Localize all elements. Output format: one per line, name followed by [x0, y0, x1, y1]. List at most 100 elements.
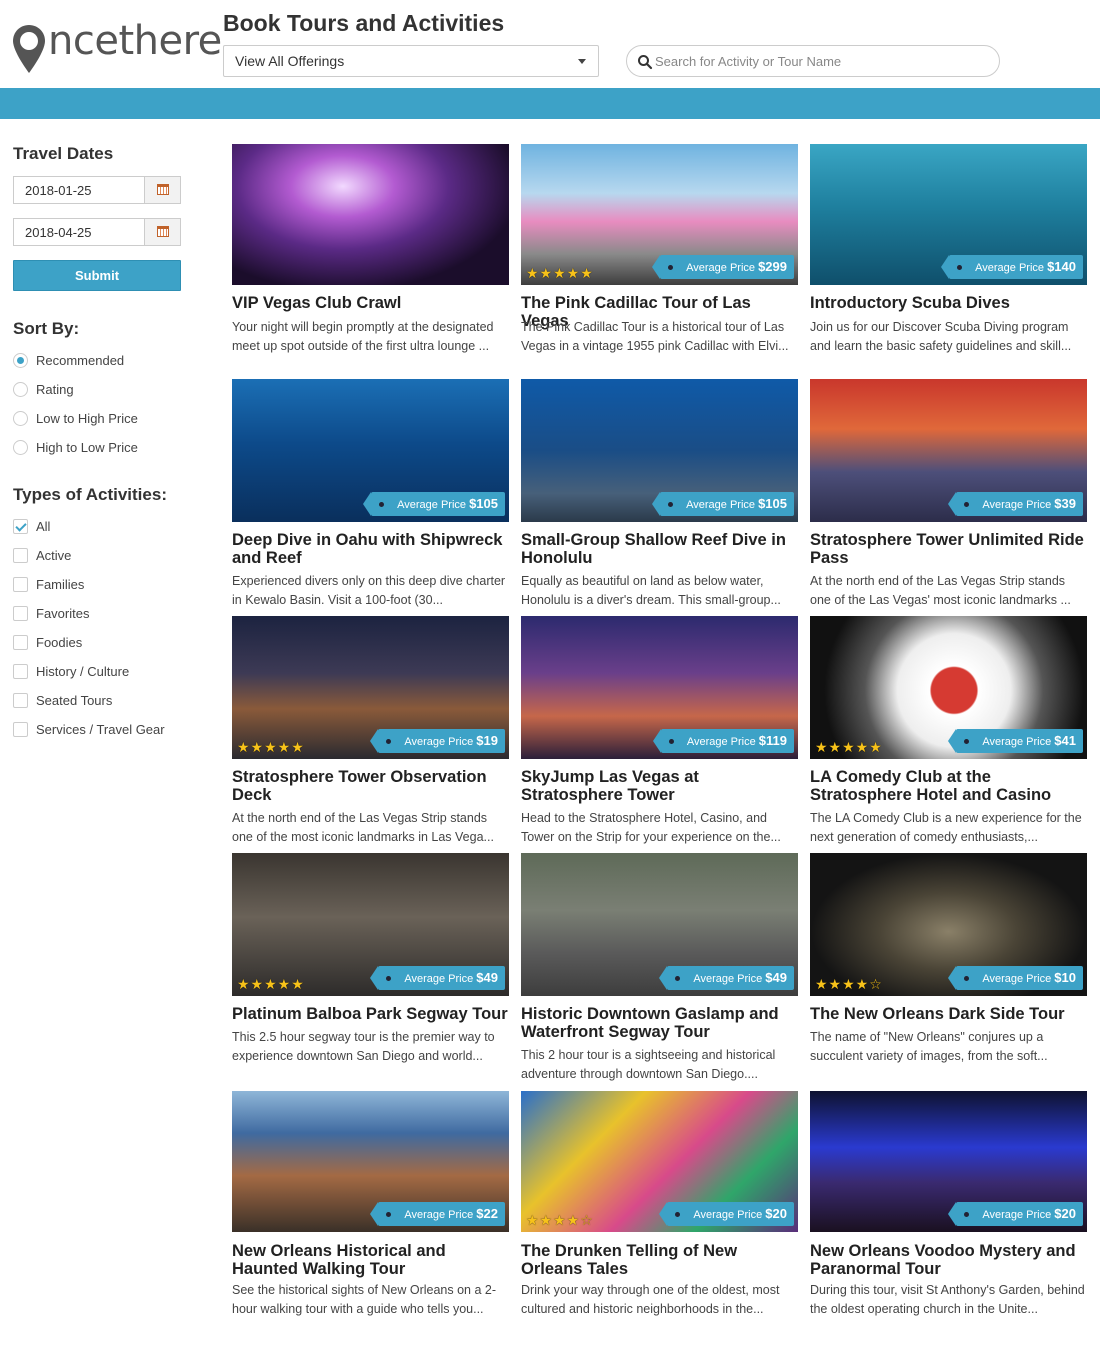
header: ncethere Book Tours and Activities View …	[0, 0, 1100, 88]
start-date-field[interactable]: 2018-01-25	[13, 176, 181, 204]
activity-description: The LA Comedy Club is a new experience f…	[810, 811, 1082, 844]
activity-description: Head to the Stratosphere Hotel, Casino, …	[521, 811, 781, 844]
activity-description: This 2 hour tour is a sightseeing and hi…	[521, 1048, 776, 1081]
price-tag: Average Price $105	[652, 492, 794, 516]
activity-title[interactable]: Historic Downtown Gaslamp and Waterfront…	[521, 1005, 798, 1041]
activity-photo[interactable]: ★★★★★ Average Price $41	[810, 616, 1087, 759]
radio-button[interactable]	[13, 353, 28, 368]
checkbox[interactable]	[13, 606, 28, 621]
end-date-field[interactable]: 2018-04-25	[13, 218, 181, 246]
activity-title[interactable]: LA Comedy Club at the Stratosphere Hotel…	[810, 768, 1087, 804]
star-rating: ★★★★☆	[815, 977, 883, 993]
activity-title[interactable]: Stratosphere Tower Observation Deck	[232, 768, 509, 804]
sort-heading: Sort By:	[13, 319, 80, 338]
price-label: Average Price	[982, 1209, 1052, 1221]
activity-title[interactable]: New Orleans Historical and Haunted Walki…	[232, 1242, 509, 1278]
activity-photo[interactable]: Average Price $119	[521, 616, 798, 759]
checkbox[interactable]	[13, 548, 28, 563]
price-tag: Average Price $22	[370, 1202, 505, 1226]
calendar-button[interactable]	[144, 177, 180, 203]
activity-description: Drink your way through one of the oldest…	[521, 1283, 780, 1316]
activity-photo[interactable]: Average Price $39	[810, 379, 1087, 522]
checkbox[interactable]	[13, 664, 28, 679]
end-date-value: 2018-04-25	[25, 225, 92, 240]
price-tag: Average Price $49	[370, 966, 505, 990]
price-value: $49	[476, 970, 498, 985]
activity-title[interactable]: The New Orleans Dark Side Tour	[810, 1005, 1087, 1023]
type-option-label: Families	[36, 577, 85, 592]
activity-title[interactable]: The Drunken Telling of New Orleans Tales	[521, 1242, 798, 1278]
price-value: $20	[765, 1206, 787, 1221]
map-pin-icon	[13, 25, 45, 73]
price-label: Average Price	[982, 736, 1052, 748]
search-box[interactable]	[626, 45, 1000, 77]
activity-photo[interactable]: Average Price $105	[521, 379, 798, 522]
price-tag: Average Price $119	[652, 729, 794, 753]
price-tag: Average Price $140	[941, 255, 1083, 279]
activity-description: During this tour, visit St Anthony's Gar…	[810, 1283, 1085, 1316]
calendar-button[interactable]	[144, 219, 180, 245]
price-tag: Average Price $20	[659, 1202, 794, 1226]
price-label: Average Price	[686, 499, 756, 511]
activity-title[interactable]: Small-Group Shallow Reef Dive in Honolul…	[521, 531, 798, 567]
price-label: Average Price	[982, 973, 1052, 985]
search-icon	[638, 55, 653, 70]
checkbox[interactable]	[13, 635, 28, 650]
price-label: Average Price	[404, 736, 474, 748]
activity-title[interactable]: New Orleans Voodoo Mystery and Paranorma…	[810, 1242, 1087, 1278]
activity-title[interactable]: Deep Dive in Oahu with Shipwreck and Ree…	[232, 531, 509, 567]
price-value: $39	[1054, 496, 1076, 511]
activity-photo[interactable]: ★★★★★ Average Price $299	[521, 144, 798, 285]
radio-button[interactable]	[13, 382, 28, 397]
price-value: $22	[476, 1206, 498, 1221]
sort-option-label: Recommended	[36, 353, 125, 368]
activity-photo[interactable]: ★★★★★ Average Price $19	[232, 616, 509, 759]
price-label: Average Price	[404, 1209, 474, 1221]
checkbox[interactable]	[13, 722, 28, 737]
submit-button[interactable]: Submit	[13, 260, 181, 291]
price-label: Average Price	[686, 736, 756, 748]
checkbox[interactable]	[13, 693, 28, 708]
activity-title[interactable]: Introductory Scuba Dives	[810, 294, 1087, 312]
types-heading: Types of Activities:	[13, 485, 167, 504]
checkbox[interactable]	[13, 577, 28, 592]
activity-title[interactable]: SkyJump Las Vegas at Stratosphere Tower	[521, 768, 798, 804]
price-label: Average Price	[975, 262, 1045, 274]
star-rating: ★★★★★	[526, 266, 594, 282]
activity-photo[interactable]: Average Price $105	[232, 379, 509, 522]
star-rating: ★★★★★	[815, 740, 883, 756]
type-option-label: Seated Tours	[36, 693, 113, 708]
activity-description: The Pink Cadillac Tour is a historical t…	[521, 320, 789, 353]
activity-photo[interactable]	[232, 144, 509, 285]
activity-photo[interactable]: Average Price $22	[232, 1091, 509, 1232]
price-tag: Average Price $41	[948, 729, 1083, 753]
offerings-select-value: View All Offerings	[235, 53, 345, 69]
logo-text: ncethere	[48, 18, 222, 64]
radio-button[interactable]	[13, 440, 28, 455]
offerings-select[interactable]: View All Offerings	[223, 45, 599, 77]
activity-description: Join us for our Discover Scuba Diving pr…	[810, 320, 1072, 353]
type-option-label: Services / Travel Gear	[36, 722, 165, 737]
activity-description: The name of "New Orleans" conjures up a …	[810, 1030, 1048, 1063]
activity-photo[interactable]: Average Price $140	[810, 144, 1087, 285]
activity-photo[interactable]: ★★★★☆ Average Price $10	[810, 853, 1087, 996]
price-tag: Average Price $39	[948, 492, 1083, 516]
type-option-label: Foodies	[36, 635, 83, 650]
sort-option-label: Rating	[36, 382, 74, 397]
activity-title[interactable]: Platinum Balboa Park Segway Tour	[232, 1005, 509, 1023]
activity-title[interactable]: Stratosphere Tower Unlimited Ride Pass	[810, 531, 1087, 567]
activity-photo[interactable]: Average Price $20	[810, 1091, 1087, 1232]
activity-description: At the north end of the Las Vegas Strip …	[232, 811, 494, 844]
activity-description: Equally as beautiful on land as below wa…	[521, 574, 781, 607]
search-input[interactable]	[655, 50, 985, 72]
type-option-label: Favorites	[36, 606, 90, 621]
star-rating: ★★★★★	[237, 977, 305, 993]
activity-title[interactable]: VIP Vegas Club Crawl	[232, 294, 509, 312]
activity-description: Your night will begin promptly at the de…	[232, 320, 494, 353]
radio-button[interactable]	[13, 411, 28, 426]
activity-photo[interactable]: ★★★★☆ Average Price $20	[521, 1091, 798, 1232]
logo[interactable]: ncethere	[12, 18, 222, 78]
activity-photo[interactable]: Average Price $49	[521, 853, 798, 996]
checkbox[interactable]	[13, 519, 28, 534]
activity-photo[interactable]: ★★★★★ Average Price $49	[232, 853, 509, 996]
